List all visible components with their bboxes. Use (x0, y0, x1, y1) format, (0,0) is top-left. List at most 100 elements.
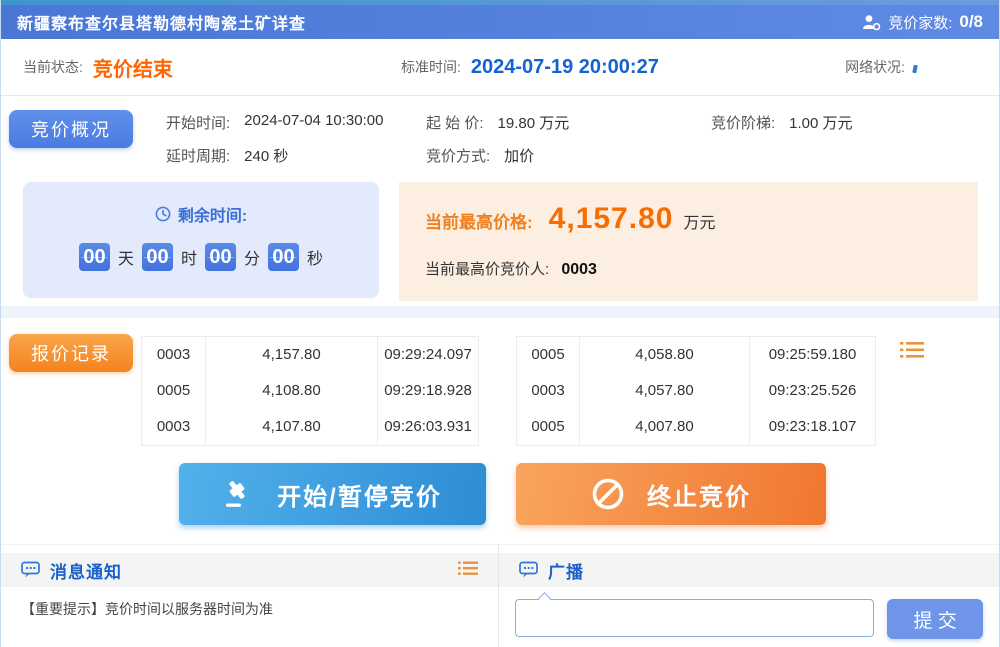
prohibition-icon (591, 477, 625, 511)
section-divider (1, 306, 999, 318)
bid-time: 09:26:03.931 (378, 409, 478, 445)
bid-record-row: 00034,107.8009:26:03.931 (142, 409, 478, 445)
bid-record-row: 00054,108.8009:29:18.928 (142, 373, 478, 409)
standard-time-value: 2024-07-19 20:00:27 (471, 56, 659, 79)
bid-records-list-icon[interactable] (899, 340, 925, 362)
bid-step-field: 竞价阶梯: 1.00 万元 (711, 112, 853, 133)
bid-mode-field: 竞价方式: 加价 (426, 145, 711, 166)
overview-field-row: 开始时间: 2024-07-04 10:30:00 起 始 价: 19.80 万… (166, 112, 853, 133)
bid-amount: 4,157.80 (206, 337, 378, 373)
standard-time-group: 标准时间: 2024-07-19 20:00:27 (401, 56, 659, 79)
highest-bidder-value: 0003 (561, 261, 597, 278)
delay-period-field: 延时周期: 240 秒 (166, 145, 426, 166)
field-value: 加价 (504, 145, 534, 166)
start-pause-bid-label: 开始/暂停竞价 (277, 477, 442, 512)
notifications-panel: 消息通知 【重要提示】竞价时间以服务器时间为准 (1, 545, 499, 647)
highest-price-panel: 当前最高价格: 4,157.80 万元 当前最高价竞价人: 0003 (399, 182, 978, 301)
page-title: 新疆察布查尔县塔勒德村陶瓷土矿详查 (17, 10, 306, 34)
message-bubble-icon (21, 561, 41, 579)
bidder-count-label: 竞价家数: (888, 12, 952, 33)
bid-records-table-left: 00034,157.8009:29:24.09700054,108.8009:2… (141, 336, 479, 446)
broadcast-panel: 广播 提 交 (499, 545, 999, 647)
bidder-code: 0003 (142, 409, 206, 445)
start-pause-bid-button[interactable]: 开始/暂停竞价 (179, 463, 486, 525)
clock-icon (155, 206, 171, 222)
auction-page: 新疆察布查尔县塔勒德村陶瓷土矿详查 竞价家数: 0/8 当前状态: 竞价结束 标… (0, 0, 1000, 647)
overview-section-label: 竞价概况 (9, 110, 133, 148)
bottom-panels: 消息通知 【重要提示】竞价时间以服务器时间为准 (1, 545, 999, 647)
broadcast-title: 广播 (548, 558, 584, 583)
field-label: 延时周期: (166, 145, 230, 166)
bid-records-section-label: 报价记录 (9, 334, 133, 372)
remaining-time-panel: 剩余时间: 00 天 00 时 00 分 00 秒 (23, 182, 379, 298)
broadcast-input-wrap (515, 599, 874, 637)
bid-time: 09:29:18.928 (378, 373, 478, 409)
field-label: 竞价阶梯: (711, 112, 775, 133)
field-value: 240 秒 (244, 145, 288, 166)
network-status-group: 网络状况: (845, 57, 977, 77)
highest-price-label: 当前最高价格: (425, 208, 533, 233)
field-value: 19.80 万元 (498, 112, 570, 133)
remaining-time-label: 剩余时间: (178, 202, 247, 226)
countdown-minutes: 00 (205, 243, 236, 271)
highest-price-value: 4,157.80 (549, 202, 674, 236)
bid-record-row: 00054,007.8009:23:18.107 (517, 409, 875, 445)
remaining-time-title: 剩余时间: (155, 202, 247, 226)
bid-record-row: 00054,058.8009:25:59.180 (517, 337, 875, 373)
network-status-label: 网络状况: (845, 57, 905, 77)
field-label: 起 始 价: (426, 112, 484, 133)
bid-amount: 4,007.80 (580, 409, 750, 445)
current-status-label: 当前状态: (23, 57, 83, 77)
highest-bidder-line: 当前最高价竞价人: 0003 (425, 258, 978, 279)
bidder-code: 0005 (142, 373, 206, 409)
bidder-code: 0005 (517, 337, 580, 373)
highest-bidder-label: 当前最高价竞价人: (425, 261, 549, 278)
countdown-seconds: 00 (268, 243, 299, 271)
bidder-code: 0003 (142, 337, 206, 373)
countdown-days: 00 (79, 243, 110, 271)
bidder-code: 0003 (517, 373, 580, 409)
countdown-digits: 00 天 00 时 00 分 00 秒 (23, 243, 379, 271)
notifications-header: 消息通知 (1, 553, 498, 587)
network-signal-icon (912, 65, 918, 74)
bidder-code: 0005 (517, 409, 580, 445)
countdown-unit: 时 (181, 245, 197, 269)
control-buttons-row: 开始/暂停竞价 终止竞价 (1, 458, 999, 545)
bidder-count-value: 0/8 (959, 12, 983, 32)
bid-amount: 4,058.80 (580, 337, 750, 373)
bid-time: 09:29:24.097 (378, 337, 478, 373)
message-bubble-icon (519, 561, 539, 579)
highest-price-line: 当前最高价格: 4,157.80 万元 (425, 202, 978, 236)
countdown-unit: 分 (244, 245, 260, 269)
field-label: 竞价方式: (426, 145, 490, 166)
countdown-hours: 00 (142, 243, 173, 271)
users-icon (862, 14, 881, 31)
notification-message: 【重要提示】竞价时间以服务器时间为准 (1, 587, 498, 631)
standard-time-label: 标准时间: (401, 57, 461, 77)
countdown-unit: 秒 (307, 245, 323, 269)
notifications-list-icon[interactable] (458, 560, 478, 580)
auction-overview-section: 竞价概况 开始时间: 2024-07-04 10:30:00 起 始 价: 19… (1, 96, 999, 306)
bid-amount: 4,107.80 (206, 409, 378, 445)
bid-record-row: 00034,157.8009:29:24.097 (142, 337, 478, 373)
broadcast-header: 广播 (499, 553, 999, 587)
notifications-title: 消息通知 (50, 558, 122, 583)
gavel-icon (223, 479, 255, 509)
bid-records-table-right: 00054,058.8009:25:59.18000034,057.8009:2… (516, 336, 876, 446)
start-time-field: 开始时间: 2024-07-04 10:30:00 (166, 112, 426, 133)
submit-button[interactable]: 提 交 (887, 599, 983, 639)
terminate-bid-label: 终止竞价 (647, 477, 751, 512)
bid-time: 09:23:25.526 (750, 373, 875, 409)
field-value: 1.00 万元 (789, 112, 852, 133)
broadcast-form: 提 交 (499, 587, 999, 639)
terminate-bid-button[interactable]: 终止竞价 (516, 463, 826, 525)
current-status-value: 竞价结束 (93, 53, 173, 82)
start-price-field: 起 始 价: 19.80 万元 (426, 112, 711, 133)
title-bar: 新疆察布查尔县塔勒德村陶瓷土矿详查 竞价家数: 0/8 (1, 5, 999, 39)
status-bar: 当前状态: 竞价结束 标准时间: 2024-07-19 20:00:27 网络状… (1, 39, 999, 96)
broadcast-input[interactable] (515, 599, 874, 637)
bid-records-section: 报价记录 00034,157.8009:29:24.09700054,108.8… (1, 318, 999, 458)
countdown-unit: 天 (118, 245, 134, 269)
bid-time: 09:25:59.180 (750, 337, 875, 373)
field-label: 开始时间: (166, 112, 230, 133)
